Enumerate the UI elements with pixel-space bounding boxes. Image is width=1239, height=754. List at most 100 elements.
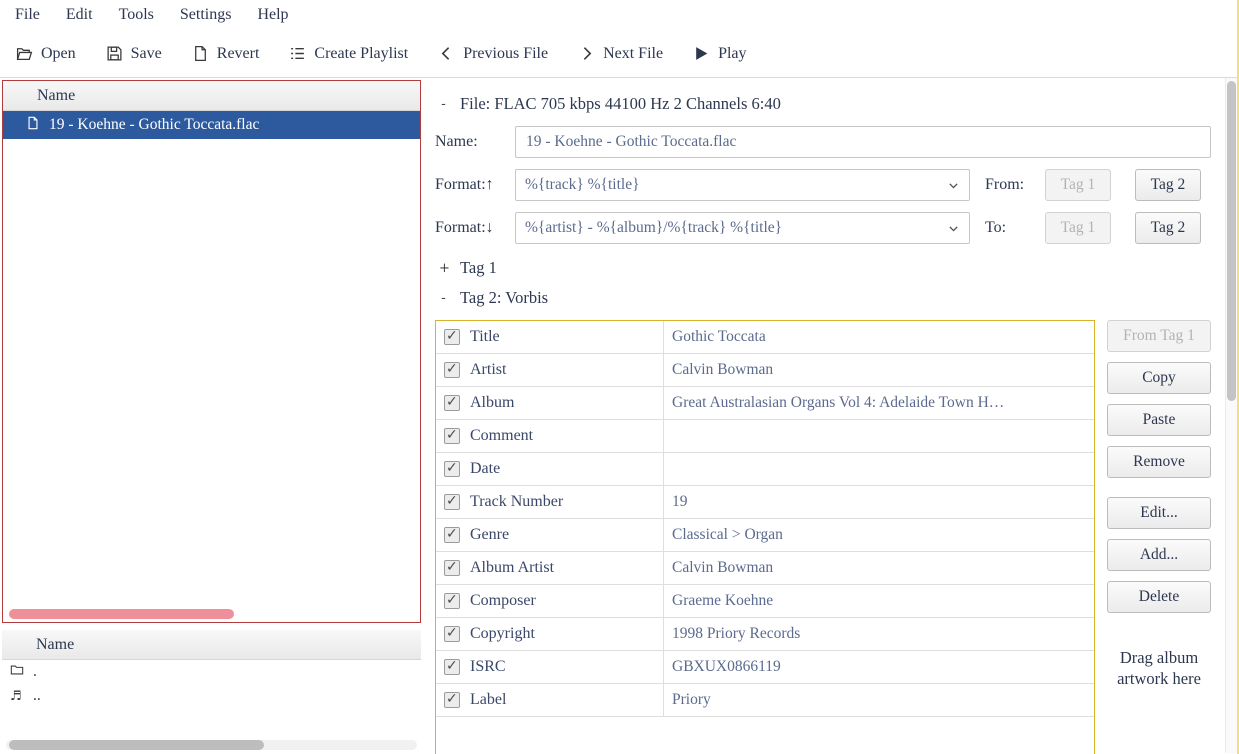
field-value[interactable] <box>664 453 1094 485</box>
copy-button[interactable]: Copy <box>1107 362 1211 394</box>
revert-button[interactable]: Revert <box>192 45 260 63</box>
tag-field-table[interactable]: Title Gothic Toccata Artist Calvin Bowma… <box>435 320 1095 754</box>
tag-row-copyright[interactable]: Copyright 1998 Priory Records <box>436 618 1094 651</box>
file-list-hscrollbar-thumb[interactable] <box>9 609 234 619</box>
directory-row-parent[interactable]: ♬ .. <box>2 684 421 708</box>
add-button[interactable]: Add... <box>1107 539 1211 571</box>
file-list-panel[interactable]: Name 19 - Koehne - Gothic Toccata.flac <box>2 80 421 623</box>
collapse-indicator-icon[interactable]: - <box>439 98 448 111</box>
file-list-hscrollbar[interactable] <box>7 609 416 619</box>
menu-tools[interactable]: Tools <box>106 3 167 27</box>
field-value[interactable]: Classical > Organ <box>664 519 1094 551</box>
field-checkbox[interactable] <box>444 428 460 444</box>
previous-file-button[interactable]: Previous File <box>438 45 548 63</box>
field-checkbox[interactable] <box>444 626 460 642</box>
from-tag-1-button[interactable]: From Tag 1 <box>1107 320 1211 352</box>
tag1-section-header[interactable]: + Tag 1 <box>439 258 1211 278</box>
tag-row-label[interactable]: Label Priory <box>436 684 1094 717</box>
tag-row-genre[interactable]: Genre Classical > Organ <box>436 519 1094 552</box>
tag1-title: Tag 1 <box>460 258 497 278</box>
tag-row-track-number[interactable]: Track Number 19 <box>436 486 1094 519</box>
tag-row-composer[interactable]: Composer Graeme Koehne <box>436 585 1094 618</box>
remove-button[interactable]: Remove <box>1107 446 1211 478</box>
directory-row-current[interactable]: . <box>2 660 421 684</box>
from-tag1-button[interactable]: Tag 1 <box>1045 169 1111 201</box>
directory-list-hscrollbar[interactable] <box>6 740 417 750</box>
file-list-item-selected[interactable]: 19 - Koehne - Gothic Toccata.flac <box>3 111 420 139</box>
menu-file[interactable]: File <box>2 3 53 27</box>
menu-help[interactable]: Help <box>244 3 301 27</box>
save-button[interactable]: Save <box>106 45 162 63</box>
field-name: Title <box>470 328 500 346</box>
create-playlist-button[interactable]: Create Playlist <box>289 45 408 63</box>
field-checkbox[interactable] <box>444 659 460 675</box>
open-button[interactable]: Open <box>16 45 76 63</box>
tag-row-album[interactable]: Album Great Australasian Organs Vol 4: A… <box>436 387 1094 420</box>
field-checkbox[interactable] <box>444 494 460 510</box>
directory-name-label: .. <box>33 687 41 705</box>
field-value[interactable]: 19 <box>664 486 1094 518</box>
field-name: Date <box>470 460 500 478</box>
field-value[interactable]: Calvin Bowman <box>664 354 1094 386</box>
tag-row-album-artist[interactable]: Album Artist Calvin Bowman <box>436 552 1094 585</box>
field-value[interactable]: Graeme Koehne <box>664 585 1094 617</box>
field-name: Genre <box>470 526 509 544</box>
field-value[interactable]: 1998 Priory Records <box>664 618 1094 650</box>
directory-name-label: . <box>33 663 37 681</box>
directory-list-hscrollbar-thumb[interactable] <box>9 740 264 750</box>
tag-actions-column: From Tag 1 Copy Paste Remove Edit... Add… <box>1107 320 1211 754</box>
to-tag2-button[interactable]: Tag 2 <box>1135 212 1201 244</box>
field-checkbox[interactable] <box>444 461 460 477</box>
file-list-header[interactable]: Name <box>3 81 420 111</box>
paste-button[interactable]: Paste <box>1107 404 1211 436</box>
field-checkbox[interactable] <box>444 593 460 609</box>
folder-icon <box>10 663 24 682</box>
next-file-button[interactable]: Next File <box>578 45 663 63</box>
field-checkbox[interactable] <box>444 527 460 543</box>
edit-button[interactable]: Edit... <box>1107 497 1211 529</box>
play-icon <box>693 45 710 62</box>
format-to-tag-label: Format:↑ <box>435 176 515 194</box>
field-checkbox[interactable] <box>444 329 460 345</box>
file-section-header[interactable]: - File: FLAC 705 kbps 44100 Hz 2 Channel… <box>439 94 1211 114</box>
format-from-tag-combobox[interactable]: %{artist} - %{album}/%{track} %{title} <box>515 212 970 244</box>
field-checkbox[interactable] <box>444 395 460 411</box>
filename-input[interactable] <box>515 126 1211 158</box>
detail-vscrollbar-thumb[interactable] <box>1227 81 1236 401</box>
tag-row-comment[interactable]: Comment <box>436 420 1094 453</box>
field-name: ISRC <box>470 658 506 676</box>
field-checkbox[interactable] <box>444 362 460 378</box>
expand-indicator-icon[interactable]: + <box>439 262 448 275</box>
field-checkbox[interactable] <box>444 692 460 708</box>
tag-row-title[interactable]: Title Gothic Toccata <box>436 321 1094 354</box>
format-from-tag-row: Format:↓ %{artist} - %{album}/%{track} %… <box>435 212 1211 244</box>
tag-row-isrc[interactable]: ISRC GBXUX0866119 <box>436 651 1094 684</box>
field-name: Copyright <box>470 625 535 643</box>
field-checkbox[interactable] <box>444 560 460 576</box>
field-value[interactable] <box>664 420 1094 452</box>
directory-list-panel[interactable]: Name . ♬ .. <box>2 630 421 753</box>
kid3-tag-editor-window: File Edit Tools Settings Help Open Save … <box>0 0 1239 754</box>
field-value[interactable]: GBXUX0866119 <box>664 651 1094 683</box>
play-button[interactable]: Play <box>693 45 746 63</box>
file-info-title: File: FLAC 705 kbps 44100 Hz 2 Channels … <box>460 94 781 114</box>
tag-row-date[interactable]: Date <box>436 453 1094 486</box>
from-tag2-button[interactable]: Tag 2 <box>1135 169 1201 201</box>
collapse-indicator-icon[interactable]: - <box>439 292 448 305</box>
directory-list-header[interactable]: Name <box>2 630 421 660</box>
menu-settings[interactable]: Settings <box>167 3 245 27</box>
field-value[interactable]: Great Australasian Organs Vol 4: Adelaid… <box>664 387 1094 419</box>
field-name: Album Artist <box>470 559 554 577</box>
to-tag1-button[interactable]: Tag 1 <box>1045 212 1111 244</box>
field-value[interactable]: Gothic Toccata <box>664 321 1094 353</box>
album-artwork-dropzone[interactable]: Drag album artwork here <box>1107 647 1211 689</box>
format-from-tag-label: Format:↓ <box>435 219 515 237</box>
detail-vscrollbar[interactable] <box>1225 78 1237 753</box>
format-to-tag-combobox[interactable]: %{track} %{title} <box>515 169 970 201</box>
field-value[interactable]: Calvin Bowman <box>664 552 1094 584</box>
menu-edit[interactable]: Edit <box>53 3 106 27</box>
delete-button[interactable]: Delete <box>1107 581 1211 613</box>
field-value[interactable]: Priory <box>664 684 1094 716</box>
tag-row-artist[interactable]: Artist Calvin Bowman <box>436 354 1094 387</box>
tag2-section-header[interactable]: - Tag 2: Vorbis <box>439 288 1211 308</box>
